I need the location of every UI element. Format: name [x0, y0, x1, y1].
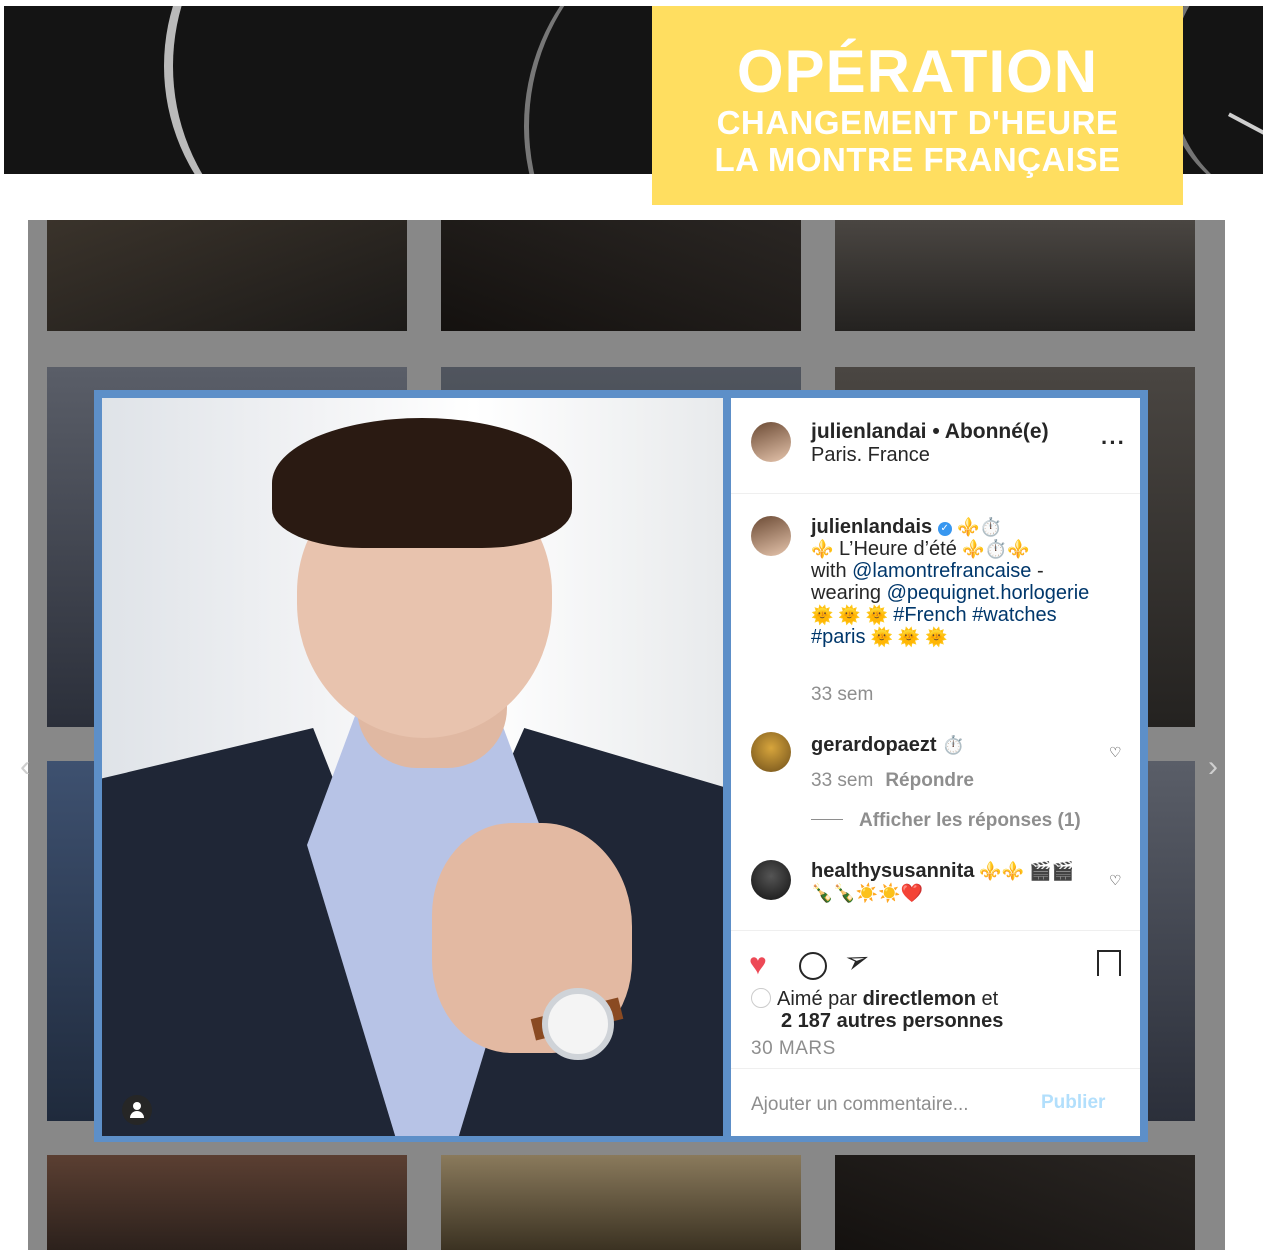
reply-button[interactable]: Répondre: [885, 770, 974, 791]
next-arrow-icon[interactable]: ›: [1208, 752, 1230, 782]
tagged-user-icon[interactable]: [122, 1095, 152, 1125]
caption-emoji: 🌞 🌞 🌞: [811, 605, 894, 625]
hashtag-link[interactable]: #watches: [972, 604, 1057, 626]
likes-middle: et: [975, 988, 999, 1010]
author-avatar[interactable]: [751, 422, 791, 462]
liker-username[interactable]: directlemon: [863, 988, 976, 1010]
caption-emoji: 🌞 🌞 🌞: [865, 627, 948, 647]
comment-bubble-icon[interactable]: [799, 952, 827, 980]
caption-text: L’Heure d’été: [833, 538, 963, 560]
previous-arrow-icon[interactable]: ‹: [20, 752, 42, 782]
hashtag-link[interactable]: #paris: [811, 626, 865, 648]
post-location[interactable]: Paris. France: [811, 444, 930, 467]
caption-emoji: ⚜️: [811, 539, 834, 559]
caption-author-avatar[interactable]: [751, 516, 791, 556]
replies-dash: [811, 819, 843, 820]
post-date[interactable]: 30 MARS: [751, 1038, 836, 1060]
caption-emoji: ⚜️⏱️: [957, 517, 1003, 537]
author-username[interactable]: julienlandai: [811, 420, 927, 443]
post-header-title: julienlandai • Abonné(e): [811, 420, 1049, 444]
commenter-username[interactable]: healthysusannita: [811, 860, 974, 882]
comment-meta: 33 sem Répondre: [811, 770, 974, 792]
grid-tile[interactable]: [441, 220, 801, 331]
grid-tile[interactable]: [835, 1155, 1195, 1250]
commenter-avatar[interactable]: [751, 732, 791, 772]
liker-avatar: [751, 988, 771, 1008]
comment-emoji: ⏱️: [942, 735, 965, 755]
photo-hair-shape: [272, 418, 572, 548]
caption-timestamp[interactable]: 33 sem: [811, 684, 873, 706]
commenter-avatar[interactable]: [751, 860, 791, 900]
comment-text: gerardopaezt ⏱️: [811, 734, 965, 757]
commenter-username[interactable]: gerardopaezt: [811, 734, 937, 756]
likes-prefix: Aimé par: [777, 988, 863, 1010]
mention-link[interactable]: @lamontrefrancaise: [852, 560, 1031, 582]
banner-card: OPÉRATION CHANGEMENT D'HEURE LA MONTRE F…: [652, 6, 1183, 205]
add-comment-input[interactable]: [751, 1094, 1031, 1116]
grid-tile[interactable]: [441, 1155, 801, 1250]
banner-subtitle-line2: LA MONTRE FRANÇAISE: [714, 141, 1121, 178]
comment-timestamp[interactable]: 33 sem: [811, 770, 873, 791]
post-modal: julienlandai • Abonné(e) Paris. France ·…: [94, 390, 1148, 1142]
banner-subtitle-line1: CHANGEMENT D'HEURE: [716, 104, 1119, 141]
photo-watch-shape: [542, 988, 614, 1060]
caption-text: with: [811, 560, 853, 582]
publish-comment-button[interactable]: Publier: [1041, 1092, 1105, 1114]
grid-tile[interactable]: [47, 220, 407, 331]
view-replies-label: Afficher les réponses (1): [859, 810, 1081, 831]
caption-username[interactable]: julienlandais: [811, 516, 932, 538]
more-dots-icon[interactable]: ···: [1101, 430, 1126, 456]
comment-like-heart-icon[interactable]: ♡: [1109, 744, 1122, 761]
hashtag-link[interactable]: #French: [893, 604, 966, 626]
verified-badge-icon: ✓: [937, 522, 952, 536]
actions-divider: [731, 930, 1140, 931]
share-paper-plane-icon[interactable]: ➢: [840, 941, 875, 981]
post-photo[interactable]: [102, 398, 723, 1136]
comment-text: healthysusannita ⚜️⚜️ 🎬🎬🍾🍾☀️☀️❤️: [811, 860, 1081, 904]
comment-like-heart-icon[interactable]: ♡: [1109, 872, 1122, 889]
banner-title: OPÉRATION: [736, 38, 1099, 105]
caption-emoji: ⚜️⏱️⚜️: [962, 539, 1030, 559]
comment-divider: [731, 1068, 1140, 1069]
header-divider: [731, 493, 1140, 494]
post-side-panel: julienlandai • Abonné(e) Paris. France ·…: [731, 398, 1140, 1136]
mention-link[interactable]: @pequignet.horlogerie: [887, 582, 1090, 604]
likes-summary[interactable]: Aimé par directlemon et 2 187 autres per…: [751, 988, 1131, 1032]
header-separator: •: [926, 420, 945, 443]
view-replies-button[interactable]: Afficher les réponses (1): [811, 810, 1081, 832]
likes-others-count[interactable]: 2 187 autres personnes: [781, 1010, 1003, 1032]
save-bookmark-icon[interactable]: [1097, 950, 1121, 982]
like-heart-icon[interactable]: ♥: [749, 950, 767, 980]
grid-tile[interactable]: [47, 1155, 407, 1250]
follow-status-button[interactable]: Abonné(e): [945, 420, 1049, 443]
post-caption: julienlandais ✓ ⚜️⏱️ ⚜️ L’Heure d’été ⚜️…: [811, 516, 1111, 648]
grid-tile[interactable]: [835, 220, 1195, 331]
